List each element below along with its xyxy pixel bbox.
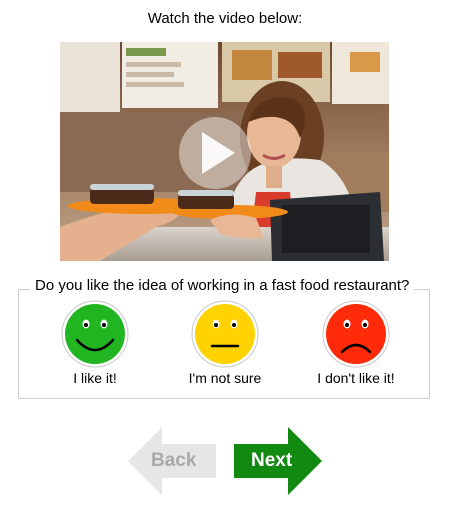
back-button-label: Back <box>151 450 197 471</box>
option-not-sure-label: I'm not sure <box>188 370 262 386</box>
option-like-label: I like it! <box>73 370 117 386</box>
back-button[interactable]: Back <box>128 427 216 495</box>
happy-face-icon <box>61 300 129 368</box>
video-player[interactable] <box>60 42 389 261</box>
question-text: Do you like the idea of working in a fas… <box>30 277 415 294</box>
next-button-label: Next <box>251 450 293 471</box>
instruction-text: Watch the video below: <box>147 10 303 27</box>
option-like[interactable]: I like it! <box>30 300 160 386</box>
option-not-sure[interactable]: I'm not sure <box>160 300 290 386</box>
next-button[interactable]: Next <box>234 427 322 495</box>
option-dislike-label: I don't like it! <box>317 370 395 386</box>
neutral-face-icon <box>191 300 259 368</box>
video-thumbnail <box>60 42 389 261</box>
option-dislike[interactable]: I don't like it! <box>291 300 421 386</box>
sad-face-icon <box>322 300 390 368</box>
play-icon[interactable] <box>179 117 251 189</box>
